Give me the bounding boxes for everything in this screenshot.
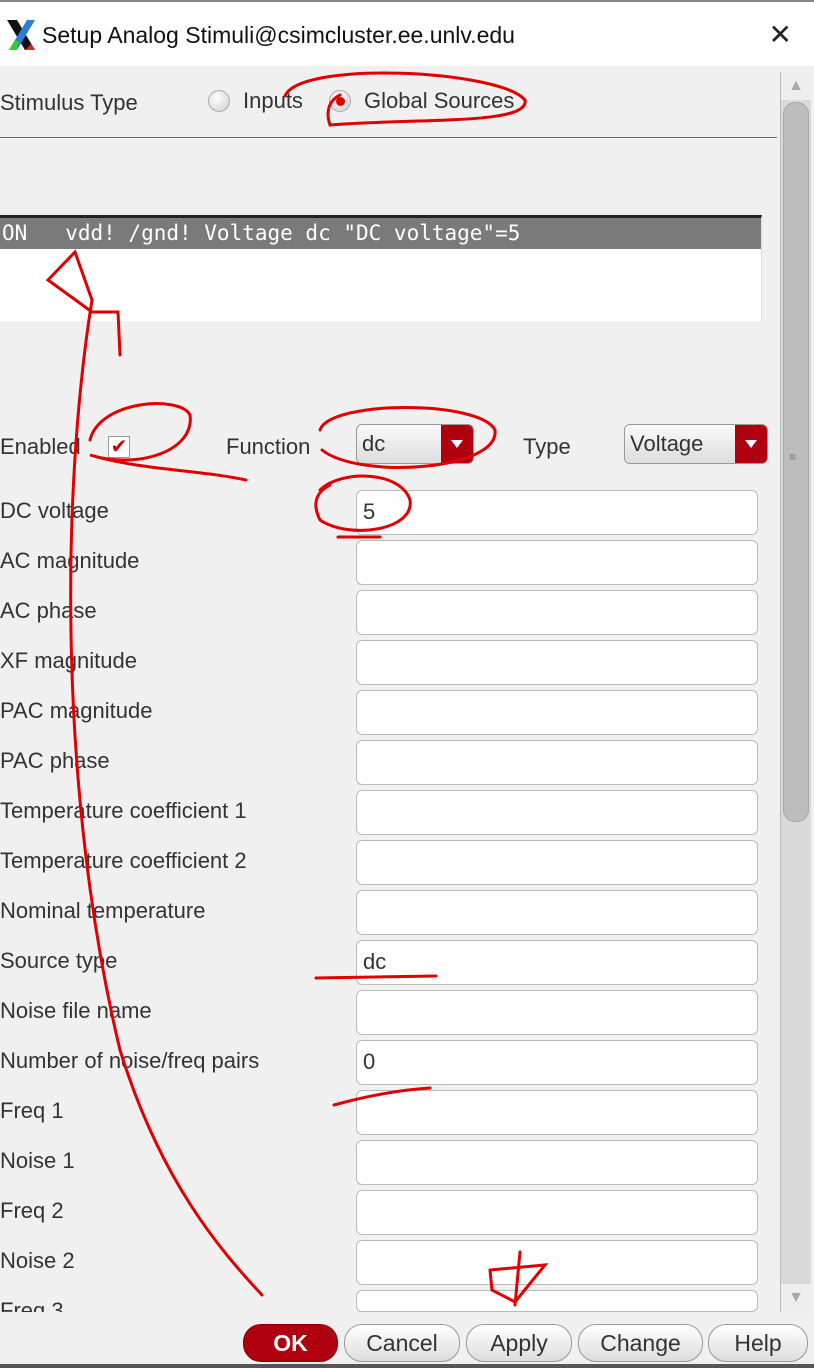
x-logo-icon [7,20,35,50]
field-label: Noise 1 [0,1148,75,1173]
radio-inputs-label[interactable]: Inputs [243,88,303,114]
stimulus-type-label: Stimulus Type [0,90,138,115]
field-input[interactable] [356,1140,758,1185]
list-item[interactable]: ON vdd! /gnd! Voltage dc "DC voltage"=5 [0,218,761,249]
apply-button[interactable]: Apply [466,1324,572,1362]
field-label: Freq 3 [0,1298,64,1312]
function-value: dc [362,431,386,456]
divider [0,1364,814,1368]
field-input[interactable] [356,1290,758,1312]
field-input[interactable] [356,890,758,935]
stimuli-list[interactable]: ON vdd! /gnd! Voltage dc "DC voltage"=5 [0,215,762,321]
radio-inputs[interactable] [208,90,230,112]
field-label: Temperature coefficient 1 [0,798,247,823]
field-input[interactable] [356,1240,758,1285]
field-input[interactable] [356,990,758,1035]
field-input[interactable] [356,740,758,785]
field-label: Nominal temperature [0,898,206,923]
field-label: Freq 2 [0,1198,64,1223]
field-input[interactable] [356,640,758,685]
radio-global-sources-label[interactable]: Global Sources [364,88,514,114]
type-value: Voltage [630,431,704,456]
function-label: Function [226,434,311,459]
close-icon[interactable]: ✕ [769,18,792,51]
field-input[interactable] [356,590,758,635]
field-label: XF magnitude [0,648,137,673]
window-title: Setup Analog Stimuli@csimcluster.ee.unlv… [42,22,515,48]
field-label: Noise 2 [0,1248,75,1273]
enabled-label: Enabled [0,434,81,459]
field-label: AC magnitude [0,548,140,573]
change-button[interactable]: Change [578,1324,703,1362]
help-button[interactable]: Help [708,1324,808,1362]
ok-button[interactable]: OK [243,1324,338,1362]
enabled-checkbox[interactable]: ✔ [108,436,130,458]
vertical-scrollbar[interactable]: ▲ ≡ ▼ [780,72,811,1312]
field-input[interactable]: dc [356,940,758,985]
divider [0,137,777,139]
field-label: Source type [0,948,118,973]
field-input[interactable] [356,540,758,585]
field-input[interactable] [356,790,758,835]
field-label: PAC magnitude [0,698,153,723]
chevron-down-icon [441,425,473,463]
field-input[interactable] [356,1090,758,1135]
scroll-up-icon[interactable]: ▲ [781,72,811,100]
type-label: Type [523,434,571,459]
field-label: Freq 1 [0,1098,64,1123]
function-select[interactable]: dc [356,424,474,464]
field-label: Noise file name [0,998,152,1023]
field-label: PAC phase [0,748,110,773]
field-input[interactable] [356,1190,758,1235]
radio-global-sources[interactable] [329,90,351,112]
chevron-down-icon [735,425,767,463]
field-label: DC voltage [0,498,109,523]
type-select[interactable]: Voltage [624,424,768,464]
field-input[interactable] [356,840,758,885]
cancel-button[interactable]: Cancel [344,1324,460,1362]
title-bar: Setup Analog Stimuli@csimcluster.ee.unlv… [0,0,814,66]
field-input[interactable]: 0 [356,1040,758,1085]
button-bar: OK Cancel Apply Change Help [0,1312,814,1368]
field-label: Number of noise/freq pairs [0,1048,260,1073]
scroll-down-icon[interactable]: ▼ [781,1284,811,1312]
grip-icon: ≡ [789,450,797,464]
field-label: Temperature coefficient 2 [0,848,247,873]
field-input[interactable] [356,690,758,735]
field-label: AC phase [0,598,97,623]
field-input[interactable]: 5 [356,490,758,535]
